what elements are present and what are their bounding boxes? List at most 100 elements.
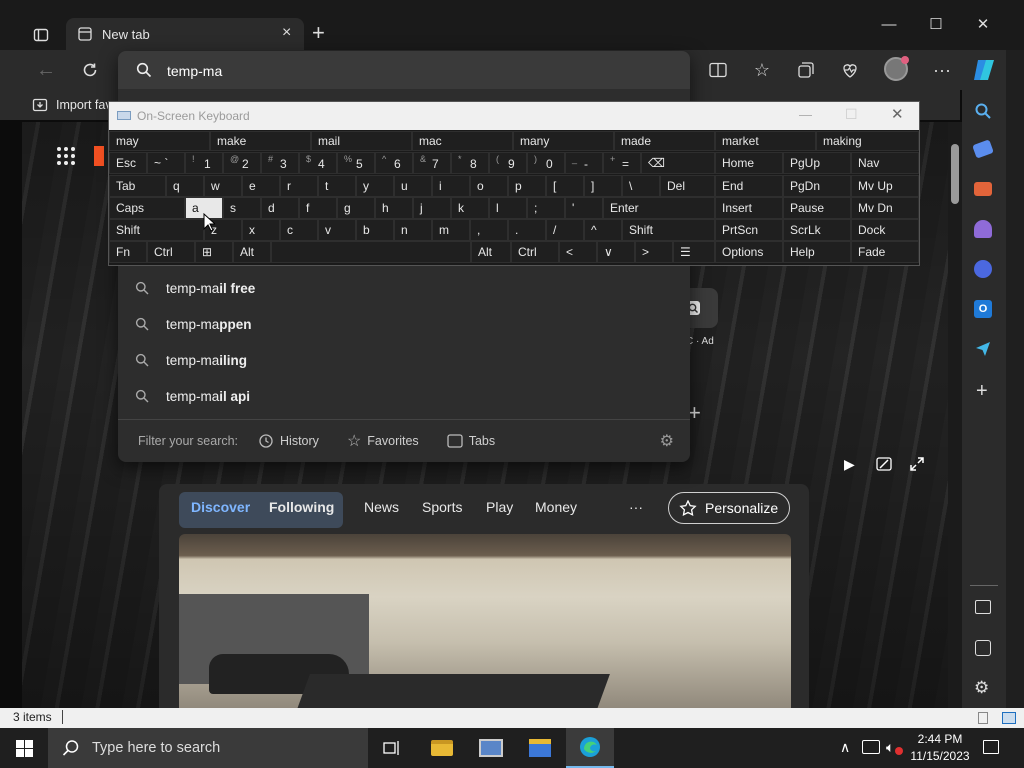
address-bar[interactable]: temp-ma: [118, 51, 690, 89]
clock-time[interactable]: 2:44 PM: [910, 732, 970, 746]
back-arrow-icon[interactable]: ←: [34, 58, 58, 82]
key-l[interactable]: l: [489, 197, 527, 219]
key-del[interactable]: Del: [660, 175, 715, 197]
key-/[interactable]: /: [546, 219, 584, 241]
key-][interactable]: ]: [584, 175, 622, 197]
tab-play[interactable]: Play: [486, 499, 513, 515]
sidebar-settings-gear-icon[interactable]: ⚙: [974, 678, 989, 698]
key-options[interactable]: Options: [715, 241, 783, 263]
send-drop-icon[interactable]: [974, 340, 992, 358]
close-tab-icon[interactable]: ×: [282, 24, 291, 42]
tab-money[interactable]: Money: [535, 499, 577, 515]
key-,[interactable]: ,: [470, 219, 508, 241]
key--[interactable]: _ -: [565, 152, 603, 174]
osk-prediction-make[interactable]: make: [210, 131, 311, 151]
key-caps[interactable]: Caps: [109, 197, 185, 219]
large-icons-view-icon[interactable]: [1002, 712, 1016, 724]
key-b[interactable]: b: [356, 219, 394, 241]
customize-background-icon[interactable]: [876, 456, 892, 472]
key-f[interactable]: f: [299, 197, 337, 219]
feed-hero-image[interactable]: [179, 534, 791, 708]
key-j[interactable]: j: [413, 197, 451, 219]
key-pgdn[interactable]: PgDn: [783, 175, 851, 197]
key-v[interactable]: v: [318, 219, 356, 241]
key-space[interactable]: [271, 241, 471, 263]
filter-favorites-button[interactable]: ☆ Favorites: [347, 431, 419, 451]
external-link-icon[interactable]: [975, 640, 991, 656]
key-^[interactable]: ^: [584, 219, 622, 241]
key-pause[interactable]: Pause: [783, 197, 851, 219]
osk-prediction-making[interactable]: making: [816, 131, 919, 151]
split-screen-icon[interactable]: [706, 58, 730, 82]
key-u[interactable]: u: [394, 175, 432, 197]
windows-start-icon[interactable]: [16, 740, 33, 757]
key-.[interactable]: .: [508, 219, 546, 241]
sidebar-search-icon[interactable]: [974, 102, 992, 120]
folder-stack-app-icon[interactable]: [516, 728, 564, 768]
maximize-window-icon[interactable]: ☐: [913, 8, 959, 42]
key-x[interactable]: x: [242, 219, 280, 241]
tools-briefcase-icon[interactable]: [974, 182, 992, 196]
key-k[interactable]: k: [451, 197, 489, 219]
suggestion-item[interactable]: temp-ma il api: [118, 378, 690, 414]
details-view-icon[interactable]: [978, 712, 988, 724]
clock-date[interactable]: 11/15/2023: [907, 749, 973, 763]
microsoft-365-icon[interactable]: [974, 260, 992, 278]
key-tab[interactable]: Tab: [109, 175, 166, 197]
address-input-text[interactable]: temp-ma: [167, 63, 222, 79]
key-ctrl-left[interactable]: Ctrl: [147, 241, 195, 263]
key-right-arrow[interactable]: >: [635, 241, 673, 263]
tab-following[interactable]: Following: [269, 499, 334, 515]
key-=[interactable]: + =: [603, 152, 641, 174]
key-8[interactable]: * 8: [451, 152, 489, 174]
notifications-icon[interactable]: [983, 740, 999, 754]
key-shift-left[interactable]: Shift: [109, 219, 204, 241]
key-p[interactable]: p: [508, 175, 546, 197]
key-pgup[interactable]: PgUp: [783, 152, 851, 174]
taskbar-search-box[interactable]: Type here to search: [48, 728, 368, 768]
key-alt-left[interactable]: Alt: [233, 241, 271, 263]
search-settings-gear-icon[interactable]: ⚙: [660, 431, 674, 451]
key-o[interactable]: o: [470, 175, 508, 197]
key-scrlk[interactable]: ScrLk: [783, 219, 851, 241]
osk-close-icon[interactable]: ✕: [891, 105, 904, 123]
suggestion-item[interactable]: temp-ma iling: [118, 342, 690, 378]
add-sidebar-app-icon[interactable]: +: [976, 380, 988, 403]
key-enter[interactable]: Enter: [603, 197, 715, 219]
key-g[interactable]: g: [337, 197, 375, 219]
osk-prediction-may[interactable]: may: [109, 131, 210, 151]
osk-prediction-mail[interactable]: mail: [311, 131, 412, 151]
osk-minimize-icon[interactable]: —: [799, 107, 812, 122]
key-n[interactable]: n: [394, 219, 432, 241]
close-window-icon[interactable]: ✕: [960, 8, 1006, 42]
key-\[interactable]: \: [622, 175, 660, 197]
osk-maximize-icon[interactable]: ☐: [845, 106, 858, 123]
key-menu[interactable]: ☰: [673, 241, 715, 263]
key-fade[interactable]: Fade: [851, 241, 919, 263]
remote-desktop-app-icon[interactable]: [467, 728, 515, 768]
shopping-tag-icon[interactable]: [972, 139, 994, 159]
task-view-icon[interactable]: [368, 728, 416, 768]
apps-grid-icon[interactable]: [56, 146, 76, 166]
outlook-icon[interactable]: O: [974, 300, 992, 318]
key-m[interactable]: m: [432, 219, 470, 241]
file-explorer-app-icon[interactable]: [418, 728, 466, 768]
key-;[interactable]: ;: [527, 197, 565, 219]
suggestion-item[interactable]: temp-ma il free: [118, 270, 690, 306]
key-y[interactable]: y: [356, 175, 394, 197]
copilot-icon[interactable]: [970, 56, 998, 84]
tab-new-tab[interactable]: New tab ×: [66, 18, 304, 52]
filter-tabs-button[interactable]: Tabs: [447, 434, 495, 448]
key-mv-up[interactable]: Mv Up: [851, 175, 919, 197]
osk-prediction-mac[interactable]: mac: [412, 131, 513, 151]
suggestion-item[interactable]: temp-ma ppen: [118, 306, 690, 342]
key-3[interactable]: #3: [261, 152, 299, 174]
key-4[interactable]: $4: [299, 152, 337, 174]
key-dock[interactable]: Dock: [851, 219, 919, 241]
key-0[interactable]: ) 0: [527, 152, 565, 174]
key-h[interactable]: h: [375, 197, 413, 219]
network-icon[interactable]: [862, 740, 880, 754]
key-left-arrow[interactable]: <: [559, 241, 597, 263]
key-fn[interactable]: Fn: [109, 241, 147, 263]
scrollbar-thumb[interactable]: [951, 144, 959, 204]
